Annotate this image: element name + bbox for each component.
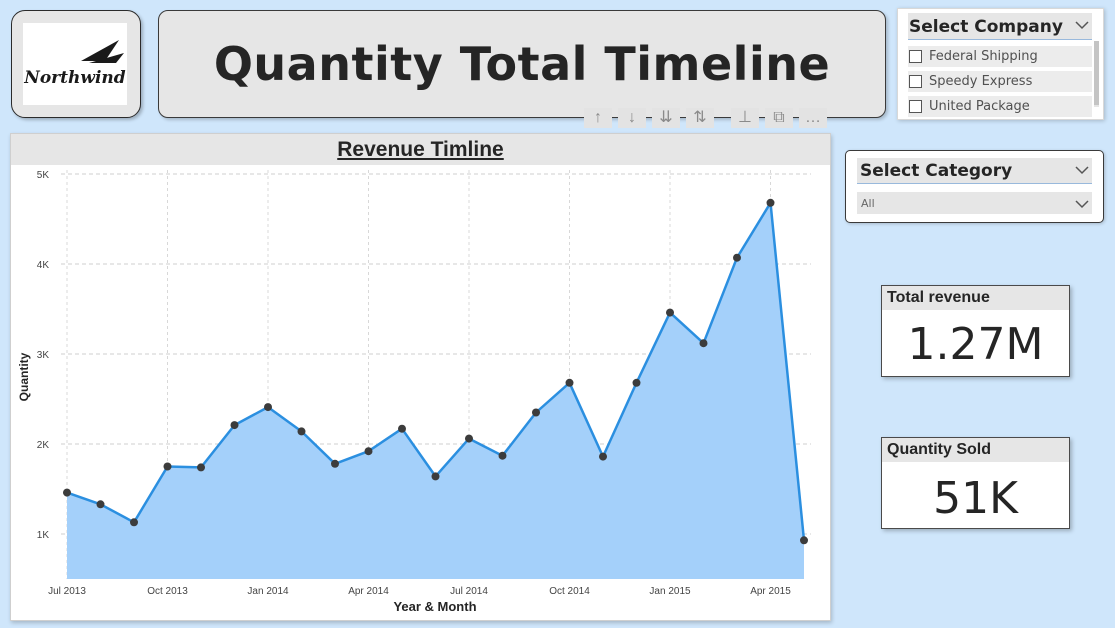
northwind-logo: Northwind <box>23 23 127 105</box>
checkbox[interactable] <box>909 50 922 63</box>
checkbox[interactable] <box>909 75 922 88</box>
card-header: Total revenue <box>882 286 1069 310</box>
data-point <box>163 462 172 471</box>
data-point <box>96 500 105 509</box>
logo-card: Northwind <box>11 10 141 118</box>
drill-down-icon[interactable]: ↓ <box>618 108 646 128</box>
data-point <box>331 459 339 468</box>
pin-icon[interactable]: ⊥ <box>731 108 759 128</box>
x-tick-label: Oct 2014 <box>549 586 590 597</box>
page-header: Quantity Total Timeline <box>158 10 886 118</box>
quantity-sold-value: 51K <box>933 473 1018 524</box>
y-tick-label: 5K <box>37 170 50 181</box>
chevron-down-icon[interactable] <box>1075 165 1089 175</box>
chevron-down-icon[interactable] <box>1075 20 1089 30</box>
data-point <box>398 424 406 433</box>
company-option-speedy-express[interactable]: Speedy Express <box>908 71 1092 92</box>
more-options-icon[interactable]: … <box>799 108 827 128</box>
x-axis-label: Year & Month <box>393 599 476 614</box>
x-tick-label: Jan 2015 <box>649 586 691 597</box>
scrollbar-thumb[interactable] <box>1094 41 1099 105</box>
data-point <box>733 253 741 262</box>
x-tick-label: Apr 2015 <box>750 586 791 597</box>
data-point <box>130 518 138 527</box>
expand-all-icon[interactable]: ⇅ <box>686 108 714 128</box>
data-point <box>431 472 440 481</box>
company-option-label: United Package <box>929 99 1030 114</box>
data-point <box>532 408 540 417</box>
data-point <box>297 427 306 436</box>
data-point <box>666 308 674 317</box>
company-option-federal-shipping[interactable]: Federal Shipping <box>908 46 1092 67</box>
x-tick-label: Jan 2014 <box>247 586 289 597</box>
x-tick-label: Oct 2013 <box>147 586 188 597</box>
data-point <box>264 403 272 412</box>
data-point <box>699 339 708 348</box>
quantity-sold-card: Quantity Sold 51K <box>881 437 1070 529</box>
data-point <box>197 463 205 472</box>
card-header: Quantity Sold <box>882 438 1069 462</box>
y-tick-label: 4K <box>37 260 50 271</box>
data-point <box>599 452 607 461</box>
data-point <box>632 378 641 387</box>
category-dropdown-value: All <box>861 197 875 210</box>
card-label: Total revenue <box>887 289 990 306</box>
data-point <box>230 421 239 430</box>
chevron-down-icon[interactable] <box>1075 199 1089 209</box>
data-point <box>63 488 71 497</box>
drill-up-icon[interactable]: ↑ <box>584 108 612 128</box>
revenue-timeline-chart: Revenue Timline 1K 2K 3K 4K 5K Jul 2013 Oct 20… <box>10 133 831 621</box>
total-revenue-card: Total revenue 1.27M <box>881 285 1070 377</box>
data-point <box>565 378 574 387</box>
page-title: Quantity Total Timeline <box>213 37 831 91</box>
y-tick-label: 2K <box>37 440 50 451</box>
category-slicer-header[interactable]: Select Category <box>857 158 1092 184</box>
company-option-label: Speedy Express <box>929 74 1033 89</box>
area-fill <box>67 202 804 580</box>
area-chart-svg: 1K 2K 3K 4K 5K Jul 2013 Oct 2013 Jan 2014 Apr 20… <box>17 170 811 614</box>
x-tick-label: Jul 2013 <box>48 586 86 597</box>
data-point <box>800 536 808 545</box>
total-revenue-value: 1.27M <box>907 319 1044 370</box>
y-tick-label: 3K <box>37 350 50 361</box>
data-point <box>766 198 775 207</box>
data-point <box>465 434 473 443</box>
category-dropdown[interactable]: All <box>857 192 1092 214</box>
category-slicer: Select Category All <box>845 150 1104 223</box>
focus-mode-icon[interactable]: ⧉ <box>765 108 793 128</box>
company-slicer-title: Select Company <box>909 17 1063 37</box>
chart-toolbar: ↑ ↓ ⇊ ⇅ ⊥ ⧉ … <box>582 108 830 130</box>
x-tick-label: Jul 2014 <box>450 586 488 597</box>
checkbox[interactable] <box>909 100 922 113</box>
data-point <box>498 451 507 460</box>
card-label: Quantity Sold <box>887 441 991 458</box>
y-tick-label: 1K <box>37 530 50 541</box>
company-option-label: Federal Shipping <box>929 49 1038 64</box>
category-slicer-title: Select Category <box>860 161 1013 181</box>
company-slicer: Select Company Federal Shipping Speedy E… <box>897 8 1104 120</box>
company-option-united-package[interactable]: United Package <box>908 96 1092 117</box>
y-axis-label: Quantity <box>17 352 31 401</box>
expand-next-level-icon[interactable]: ⇊ <box>652 108 680 128</box>
logo-wordmark: Northwind <box>23 68 125 88</box>
data-point <box>364 447 373 456</box>
company-slicer-header[interactable]: Select Company <box>908 13 1092 40</box>
x-tick-label: Apr 2014 <box>348 586 389 597</box>
